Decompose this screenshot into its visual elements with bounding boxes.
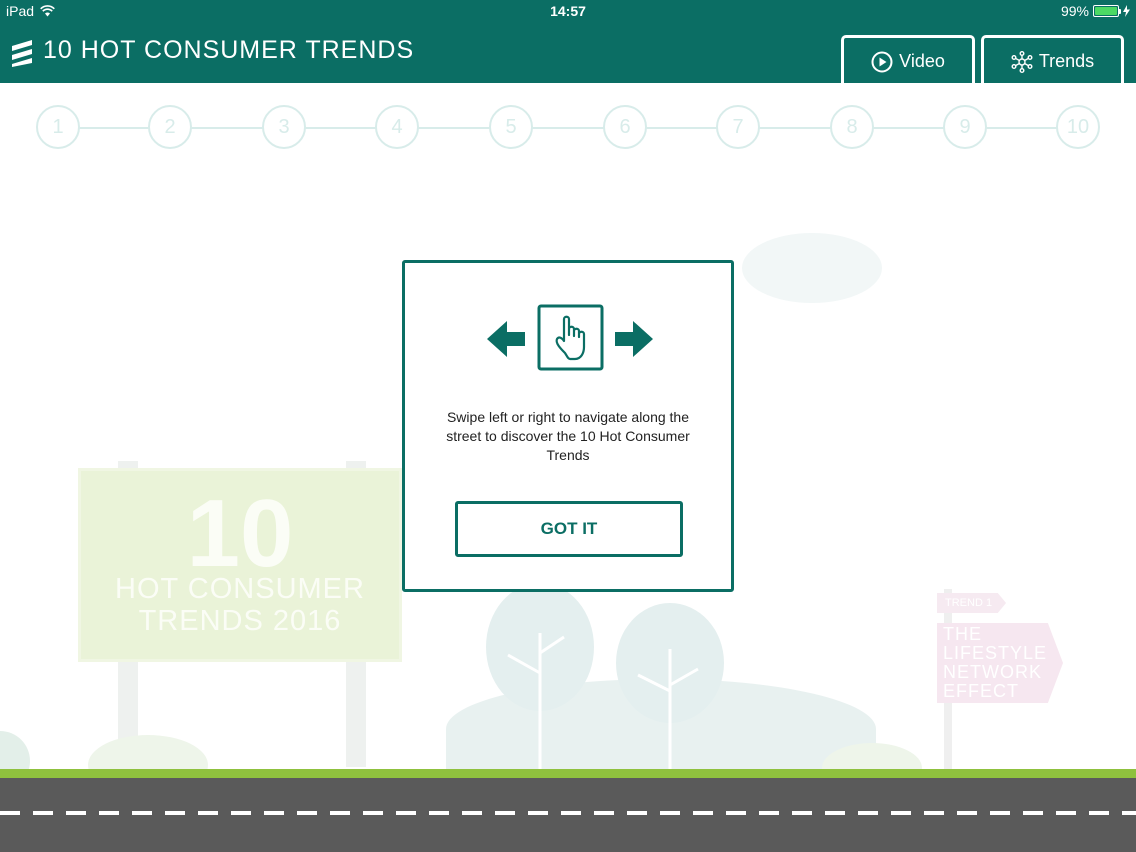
battery-percent: 99% [1060, 3, 1089, 19]
trends-button-label: Trends [1038, 51, 1095, 71]
step-connector [58, 127, 1078, 129]
step-1[interactable]: 1 [36, 105, 80, 149]
arrow-right-icon [615, 321, 653, 357]
trend-sign-line: EFFECT [943, 681, 1019, 701]
battery-icon [1093, 5, 1121, 17]
trend-step-nav: 1 2 3 4 5 6 7 8 9 10 [0, 83, 1136, 173]
got-it-button[interactable]: GOT IT [455, 501, 683, 557]
lightning-icon [1123, 5, 1130, 17]
network-icon [1011, 50, 1033, 73]
app-title: 10 HOT CONSUMER TRENDS [43, 36, 415, 64]
billboard: 10 HOT CONSUMER TRENDS 2016 [78, 468, 402, 662]
billboard-line1: HOT CONSUMER [115, 573, 365, 605]
tutorial-instruction: Swipe left or right to navigate along th… [446, 409, 690, 463]
step-6[interactable]: 6 [603, 105, 647, 149]
step-7[interactable]: 7 [716, 105, 760, 149]
grass-strip [0, 769, 1136, 778]
arrow-left-icon [487, 321, 525, 357]
trends-button[interactable]: Trends [981, 35, 1124, 85]
step-10[interactable]: 10 [1056, 105, 1100, 149]
swipe-tutorial-dialog: Swipe left or right to navigate along th… [402, 260, 734, 592]
billboard-line2: TRENDS 2016 [138, 605, 342, 637]
status-bar: iPad 14:57 99% [0, 0, 1136, 22]
step-2[interactable]: 2 [148, 105, 192, 149]
ericsson-logo-icon [12, 40, 32, 67]
play-icon [871, 51, 893, 72]
trend-sign-line: LIFESTYLE [943, 643, 1048, 663]
cloud [742, 233, 882, 303]
step-9[interactable]: 9 [943, 105, 987, 149]
trend-sign-line: THE [943, 624, 982, 644]
step-3[interactable]: 3 [262, 105, 306, 149]
step-4[interactable]: 4 [375, 105, 419, 149]
trend-sign-line: NETWORK [943, 662, 1042, 682]
video-button-label: Video [899, 51, 945, 71]
swipe-gesture-icon [487, 304, 653, 371]
tree-trunks [507, 633, 699, 769]
app-header: 10 HOT CONSUMER TRENDS Video Trends [0, 22, 1136, 85]
status-time: 14:57 [550, 3, 586, 19]
step-5[interactable]: 5 [489, 105, 533, 149]
road-markings [0, 811, 1136, 815]
video-button[interactable]: Video [841, 35, 975, 85]
step-8[interactable]: 8 [830, 105, 874, 149]
trend-sign-tag: TREND 1 [937, 593, 1007, 613]
status-right: 99% [1061, 3, 1130, 19]
road [0, 778, 1136, 852]
trend-sign: THE LIFESTYLE NETWORK EFFECT [937, 623, 1063, 703]
